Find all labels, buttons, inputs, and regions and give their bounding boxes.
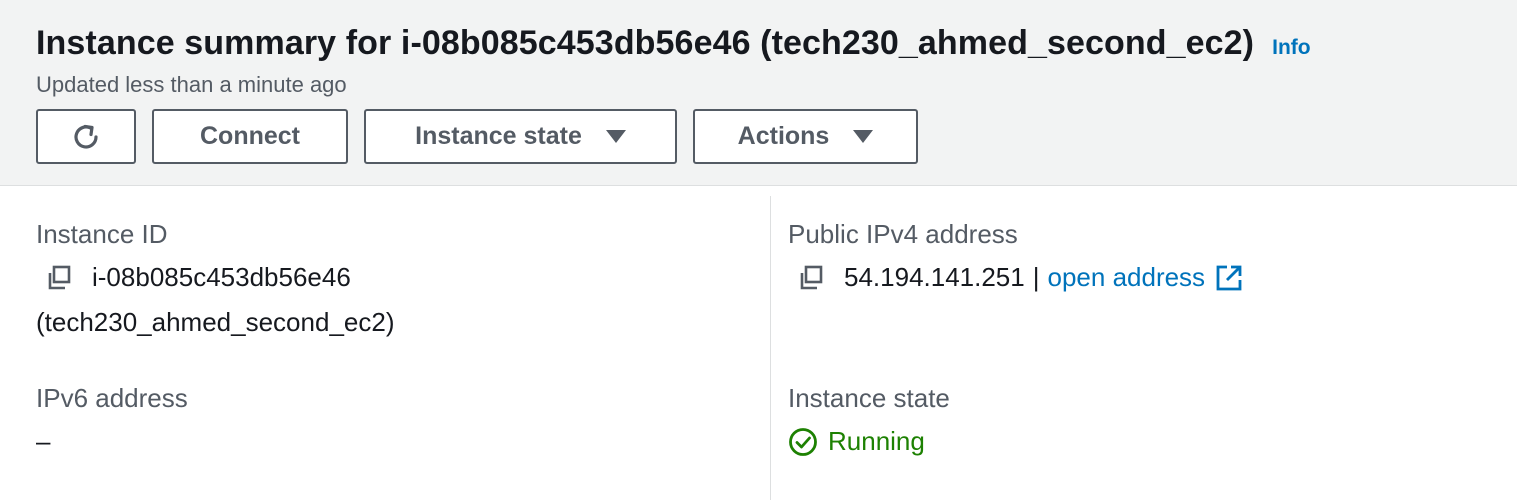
refresh-icon — [74, 124, 98, 149]
column-divider — [770, 196, 771, 500]
instance-id-value: i-08b085c453db56e46 — [92, 262, 351, 292]
actions-button[interactable]: Actions — [693, 109, 918, 164]
separator: | — [1032, 262, 1040, 292]
public-ipv4-value-row: 54.194.141.251 | open address — [798, 262, 1243, 293]
actions-button-label: Actions — [737, 122, 830, 150]
copy-icon[interactable] — [798, 265, 824, 291]
connect-button-label: Connect — [200, 122, 300, 150]
external-link-icon[interactable] — [1215, 264, 1243, 292]
check-circle-icon — [789, 427, 817, 456]
updated-timestamp: Updated less than a minute ago — [36, 72, 347, 97]
instance-state-label: Instance state — [788, 383, 950, 413]
refresh-button[interactable] — [36, 109, 136, 164]
caret-down-icon — [605, 130, 626, 143]
info-link[interactable]: Info — [1272, 36, 1310, 60]
public-ipv4-label: Public IPv4 address — [788, 219, 1018, 249]
instance-state-button[interactable]: Instance state — [364, 109, 677, 164]
instance-id-label: Instance ID — [36, 219, 168, 249]
public-ipv4-value: 54.194.141.251 — [844, 262, 1025, 292]
instance-state-status: Running — [788, 426, 925, 457]
instance-name: (tech230_ahmed_second_ec2) — [36, 307, 395, 337]
ipv6-value: – — [36, 426, 51, 456]
summary-header: Instance summary for i-08b085c453db56e46… — [0, 0, 1517, 186]
ipv6-label: IPv6 address — [36, 383, 188, 413]
copy-icon[interactable] — [46, 265, 72, 291]
title-row: Instance summary for i-08b085c453db56e46… — [36, 24, 1311, 63]
instance-state-value: Running — [828, 426, 925, 456]
instance-id-value-row: i-08b085c453db56e46 — [46, 262, 351, 293]
instance-state-button-label: Instance state — [415, 122, 582, 150]
caret-down-icon — [853, 130, 874, 143]
page-title: Instance summary for i-08b085c453db56e46… — [36, 24, 1255, 62]
connect-button[interactable]: Connect — [152, 109, 348, 164]
open-address-link[interactable]: open address — [1048, 262, 1206, 293]
